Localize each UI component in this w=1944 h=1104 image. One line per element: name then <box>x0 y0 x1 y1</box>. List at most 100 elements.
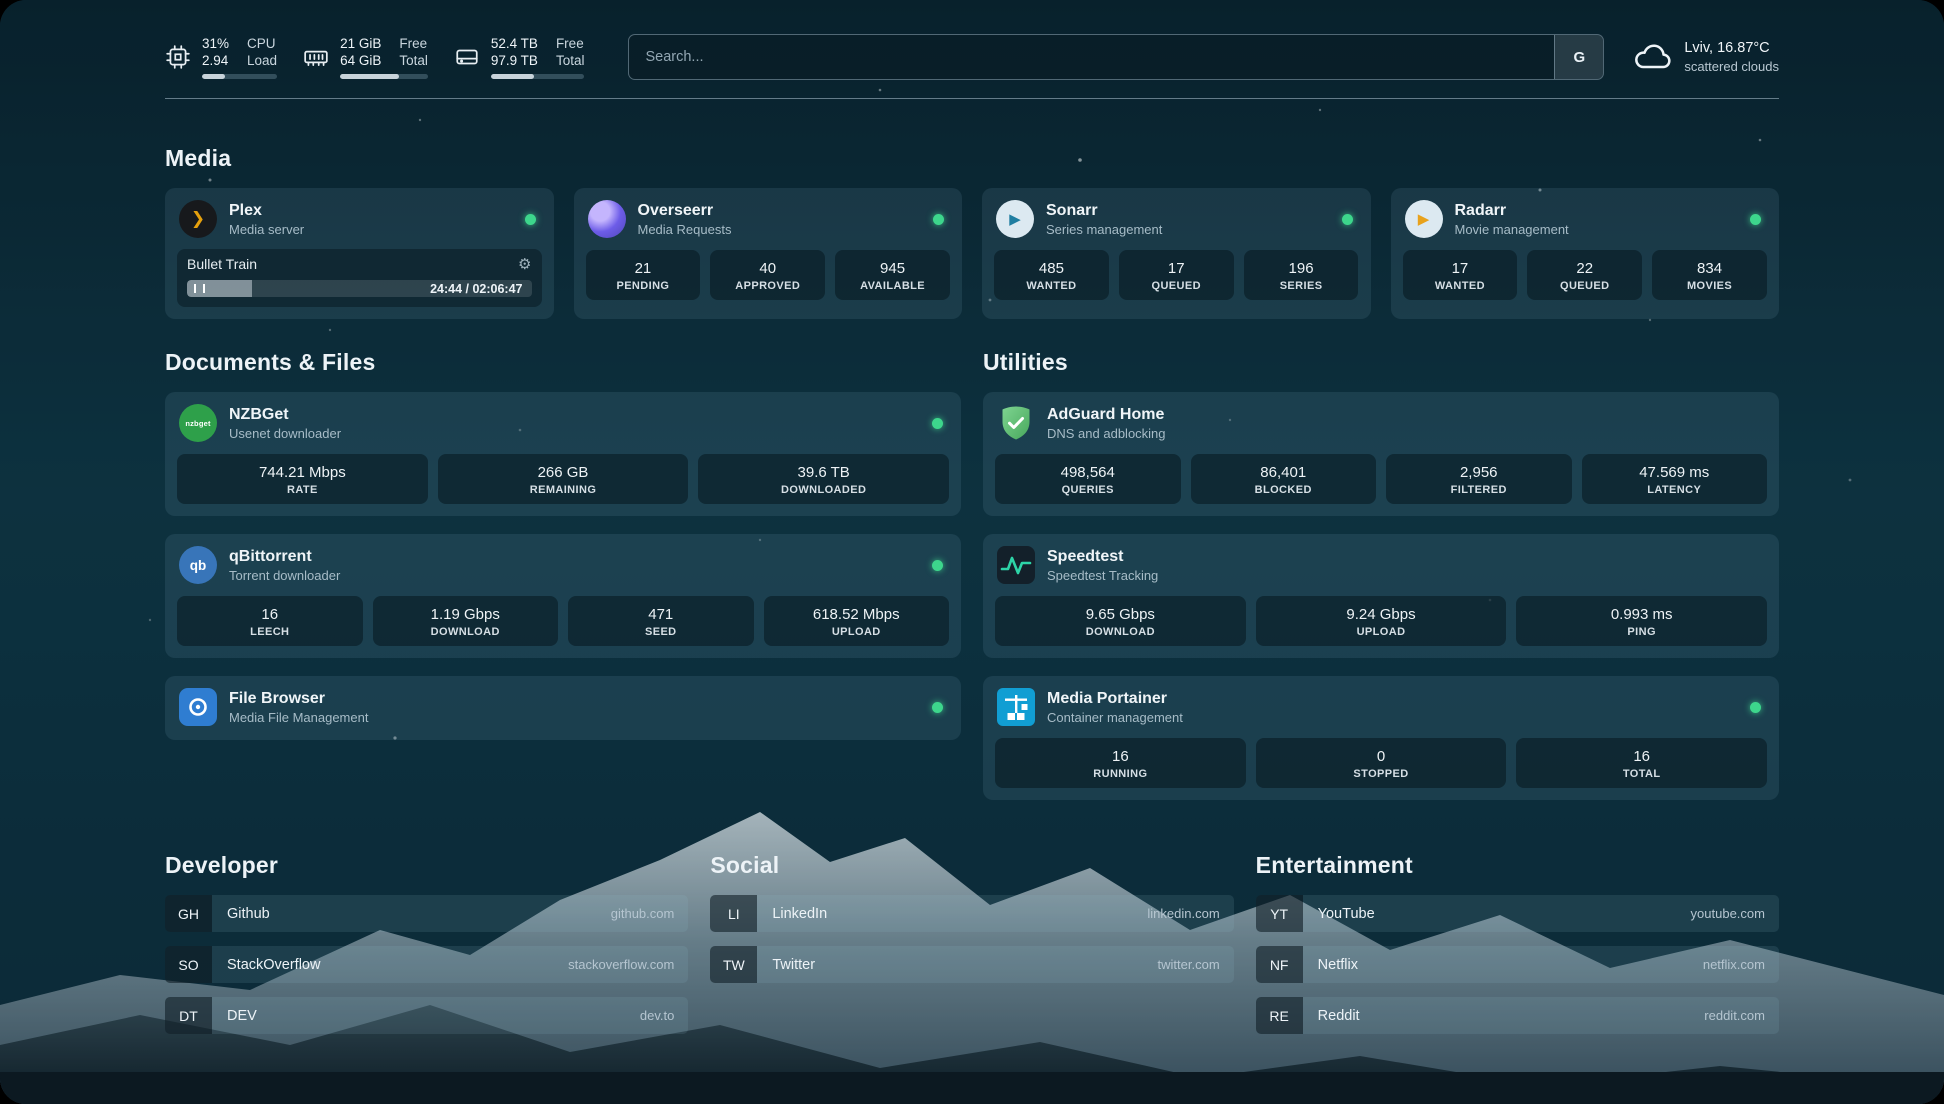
disk-icon <box>454 44 480 70</box>
bookmark-netflix[interactable]: NF Netflix netflix.com <box>1256 946 1779 983</box>
bookmark-dev[interactable]: DT DEV dev.to <box>165 997 688 1034</box>
bookmark-domain: reddit.com <box>1704 1008 1779 1023</box>
resource-widget-cpu: 31% CPU 2.94 Load <box>165 35 277 79</box>
bookmark-stackoverflow[interactable]: SO StackOverflow stackoverflow.com <box>165 946 688 983</box>
bookmark-github[interactable]: GH Github github.com <box>165 895 688 932</box>
bookmark-domain: linkedin.com <box>1147 906 1233 921</box>
disk-total-value: 97.9 TB <box>491 52 538 69</box>
service-subtitle: DNS and adblocking <box>1047 425 1166 442</box>
resource-widget-memory: 21 GiB Free 64 GiB Total <box>303 35 428 79</box>
service-link-radarr[interactable]: ▶ Radarr Movie management <box>1403 198 1768 240</box>
service-name: Overseerr <box>638 201 732 221</box>
bookmark-group-social: Social LI LinkedIn linkedin.com TW Twitt… <box>710 852 1233 1048</box>
cpu-load-label: Load <box>247 52 277 69</box>
memory-usage-bar <box>340 74 428 79</box>
pause-icon[interactable] <box>194 284 205 293</box>
qbittorrent-icon: qb <box>179 546 217 584</box>
search-provider-button[interactable]: G <box>1554 35 1603 79</box>
service-link-nzbget[interactable]: nzbget NZBGet Usenet downloader <box>177 402 949 444</box>
bookmark-reddit[interactable]: RE Reddit reddit.com <box>1256 997 1779 1034</box>
disk-usage-bar <box>491 74 585 79</box>
stat-ping: 0.993 ms PING <box>1516 596 1767 646</box>
bookmark-name: LinkedIn <box>757 906 827 922</box>
media-cards-row: ❯ Plex Media server Bullet Train ⚙ <box>165 188 1779 319</box>
service-link-portainer[interactable]: Media Portainer Container management <box>995 686 1767 728</box>
stat-queries: 498,564 QUERIES <box>995 454 1181 504</box>
service-subtitle: Usenet downloader <box>229 425 341 442</box>
bookmark-abbr: RE <box>1256 997 1303 1034</box>
bookmark-abbr: SO <box>165 946 212 983</box>
stat-running: 16 RUNNING <box>995 738 1246 788</box>
disk-free-value: 52.4 TB <box>491 35 538 52</box>
stat-download: 1.19 Gbps DOWNLOAD <box>373 596 559 646</box>
service-subtitle: Container management <box>1047 709 1183 726</box>
playback-time: 24:44 / 02:06:47 <box>430 282 522 296</box>
stat-leech: 16 LEECH <box>177 596 363 646</box>
service-name: Speedtest <box>1047 547 1158 567</box>
memory-free-value: 21 GiB <box>340 35 381 52</box>
stat-available: 945 AVAILABLE <box>835 250 950 300</box>
bookmark-abbr: DT <box>165 997 212 1034</box>
service-link-overseerr[interactable]: Overseerr Media Requests <box>586 198 951 240</box>
service-link-plex[interactable]: ❯ Plex Media server <box>177 198 542 240</box>
stat-download: 9.65 Gbps DOWNLOAD <box>995 596 1246 646</box>
stat-wanted: 485 WANTED <box>994 250 1109 300</box>
bookmark-youtube[interactable]: YT YouTube youtube.com <box>1256 895 1779 932</box>
settings-gear-icon[interactable]: ⚙ <box>518 257 531 272</box>
stat-rate: 744.21 Mbps RATE <box>177 454 428 504</box>
status-dot <box>932 418 943 429</box>
search-input[interactable] <box>629 49 1554 65</box>
portainer-icon <box>997 688 1035 726</box>
service-card-radarr: ▶ Radarr Movie management 17 WANTED 22 Q… <box>1391 188 1780 319</box>
search-bar: G <box>628 34 1604 80</box>
bookmark-name: Reddit <box>1303 1008 1360 1024</box>
section-title-utilities: Utilities <box>983 349 1779 376</box>
service-name: AdGuard Home <box>1047 405 1166 425</box>
bookmark-group-developer: Developer GH Github github.com SO StackO… <box>165 852 688 1048</box>
bookmark-name: Github <box>212 906 270 922</box>
resource-widget-disk: 52.4 TB Free 97.9 TB Total <box>454 35 585 79</box>
bookmark-linkedin[interactable]: LI LinkedIn linkedin.com <box>710 895 1233 932</box>
stat-series: 196 SERIES <box>1244 250 1359 300</box>
bookmark-domain: stackoverflow.com <box>568 957 688 972</box>
service-link-speedtest[interactable]: Speedtest Speedtest Tracking <box>995 544 1767 586</box>
sonarr-icon: ▶ <box>996 200 1034 238</box>
service-link-adguard[interactable]: AdGuard Home DNS and adblocking <box>995 402 1767 444</box>
stat-movies: 834 MOVIES <box>1652 250 1767 300</box>
weather-widget: Lviv, 16.87°C scattered clouds <box>1632 37 1779 77</box>
stat-total: 16 TOTAL <box>1516 738 1767 788</box>
service-card-sonarr: ▶ Sonarr Series management 485 WANTED 17… <box>982 188 1371 319</box>
bookmark-twitter[interactable]: TW Twitter twitter.com <box>710 946 1233 983</box>
service-link-sonarr[interactable]: ▶ Sonarr Series management <box>994 198 1359 240</box>
bookmark-name: DEV <box>212 1008 257 1024</box>
nzbget-icon: nzbget <box>179 404 217 442</box>
stat-blocked: 86,401 BLOCKED <box>1191 454 1377 504</box>
plex-icon: ❯ <box>179 200 217 238</box>
service-link-filebrowser[interactable]: File Browser Media File Management <box>177 686 949 728</box>
section-title-developer: Developer <box>165 852 688 879</box>
bookmark-abbr: TW <box>710 946 757 983</box>
memory-total-value: 64 GiB <box>340 52 381 69</box>
cpu-load-value: 2.94 <box>202 52 229 69</box>
overseerr-icon <box>588 200 626 238</box>
bookmark-name: StackOverflow <box>212 957 320 973</box>
service-link-qbittorrent[interactable]: qb qBittorrent Torrent downloader <box>177 544 949 586</box>
bookmark-domain: dev.to <box>640 1008 688 1023</box>
bookmark-name: Twitter <box>757 957 815 973</box>
section-title-media: Media <box>165 145 1779 172</box>
memory-free-label: Free <box>399 35 428 52</box>
service-card-speedtest: Speedtest Speedtest Tracking 9.65 Gbps D… <box>983 534 1779 658</box>
bookmark-abbr: YT <box>1256 895 1303 932</box>
stat-approved: 40 APPROVED <box>710 250 825 300</box>
cpu-icon <box>165 44 191 70</box>
status-dot <box>1750 702 1761 713</box>
status-dot <box>525 214 536 225</box>
stat-latency: 47.569 ms LATENCY <box>1582 454 1768 504</box>
playback-progress-bar[interactable]: 24:44 / 02:06:47 <box>187 280 532 297</box>
service-subtitle: Media Requests <box>638 221 732 238</box>
weather-condition: scattered clouds <box>1684 58 1779 75</box>
service-card-portainer: Media Portainer Container management 16 … <box>983 676 1779 800</box>
memory-icon <box>303 44 329 70</box>
top-bar: 31% CPU 2.94 Load 21 GiB Free <box>165 34 1779 80</box>
stat-pending: 21 PENDING <box>586 250 701 300</box>
